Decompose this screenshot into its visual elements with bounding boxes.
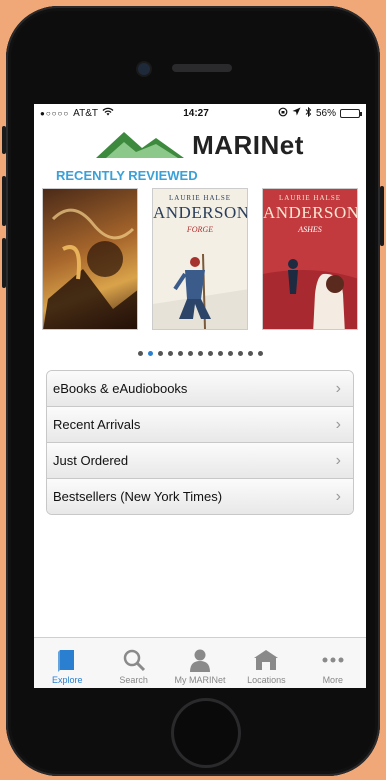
building-icon: [252, 645, 280, 675]
pager-dot[interactable]: [157, 350, 163, 356]
book-cover-3-art: [263, 259, 357, 329]
pager-dot[interactable]: [257, 350, 263, 356]
tab-label: Locations: [247, 675, 286, 685]
location-arrow-icon: [292, 107, 301, 119]
tab-search[interactable]: Search: [100, 638, 166, 688]
rotation-lock-icon: [278, 107, 288, 120]
battery-icon: [340, 108, 362, 118]
tab-label: Search: [119, 675, 148, 685]
brand-name: MARINet: [192, 129, 304, 160]
menu-item-label: eBooks & eAudiobooks: [53, 381, 188, 396]
tab-label: More: [322, 675, 344, 685]
book-3-author-first: LAURIE HALSE: [279, 194, 341, 202]
carrier-name: AT&T: [73, 107, 98, 119]
status-bar: ●○○○○ AT&T 14:27 56%: [34, 104, 366, 122]
menu-item[interactable]: Bestsellers (New York Times) ›: [47, 479, 353, 514]
book-3-title: ASHES: [298, 225, 322, 234]
tab-building[interactable]: Locations: [233, 638, 299, 688]
tab-user[interactable]: My MARINet: [167, 638, 233, 688]
battery-percent: 56%: [315, 107, 336, 119]
pager-dot[interactable]: [217, 350, 223, 356]
menu-item-label: Just Ordered: [53, 453, 129, 468]
volume-down-button: [2, 238, 6, 288]
bluetooth-icon: [305, 106, 312, 120]
search-icon: [121, 645, 147, 675]
pager-dot[interactable]: [207, 350, 213, 356]
mountain-logo-icon: [96, 128, 185, 163]
user-icon: [187, 645, 213, 675]
status-time: 14:27: [183, 107, 209, 119]
menu-item[interactable]: Just Ordered ›: [47, 443, 353, 479]
menu-item[interactable]: Recent Arrivals ›: [47, 407, 353, 443]
pager-dot[interactable]: [187, 350, 193, 356]
chevron-right-icon: ›: [335, 451, 341, 469]
book-cover-2-art: [153, 253, 247, 329]
tab-book[interactable]: Explore: [34, 638, 100, 688]
menu-item-label: Bestsellers (New York Times): [53, 489, 223, 504]
tab-bar: Explore Search My MARINet Locations More: [34, 637, 366, 688]
app-screen: ●○○○○ AT&T 14:27 56% MARINet RECENTLY RE…: [34, 104, 366, 688]
volume-up-button: [2, 176, 6, 226]
pager-dot[interactable]: [137, 350, 143, 356]
book-cover-1[interactable]: [42, 188, 138, 330]
app-header: MARINet: [34, 122, 366, 168]
book-cover-1-art: [43, 208, 137, 329]
tab-label: Explore: [51, 675, 83, 685]
book-cover-3[interactable]: LAURIE HALSE ANDERSON ASHES: [262, 188, 358, 330]
book-icon: [54, 645, 80, 675]
book-carousel[interactable]: LAURIE HALSE ANDERSON FORGE LAURIE HALSE…: [34, 188, 366, 338]
wifi-icon: [102, 107, 114, 119]
chevron-right-icon: ›: [335, 379, 341, 397]
menu-item-label: Recent Arrivals: [53, 417, 141, 432]
book-2-author-last: ANDERSON: [153, 203, 248, 222]
pager-dot[interactable]: [147, 350, 153, 356]
chevron-right-icon: ›: [335, 415, 341, 433]
pager-dot[interactable]: [197, 350, 203, 356]
home-button[interactable]: [174, 701, 238, 765]
front-camera: [138, 63, 150, 75]
book-2-title: FORGE: [186, 225, 214, 234]
power-button: [380, 186, 384, 246]
signal-dots: ●○○○○: [40, 108, 70, 118]
mute-switch: [2, 126, 6, 154]
carousel-pager[interactable]: [34, 348, 366, 358]
book-2-author-first: LAURIE HALSE: [169, 194, 231, 202]
pager-dot[interactable]: [237, 350, 243, 356]
pager-dot[interactable]: [167, 350, 173, 356]
earpiece-speaker: [172, 64, 232, 72]
explore-menu: eBooks & eAudiobooks › Recent Arrivals › Jus…: [46, 370, 354, 515]
pager-dot[interactable]: [227, 350, 233, 356]
book-3-author-last: ANDERSON: [263, 203, 358, 222]
more-icon: [320, 645, 346, 675]
pager-dot[interactable]: [177, 350, 183, 356]
book-cover-2[interactable]: LAURIE HALSE ANDERSON FORGE: [152, 188, 248, 330]
chevron-right-icon: ›: [335, 487, 341, 505]
tab-more[interactable]: More: [300, 638, 366, 688]
pager-dot[interactable]: [247, 350, 253, 356]
menu-item[interactable]: eBooks & eAudiobooks ›: [47, 371, 353, 407]
section-title: RECENTLY REVIEWED: [56, 168, 198, 183]
tab-label: My MARINet: [174, 675, 226, 685]
